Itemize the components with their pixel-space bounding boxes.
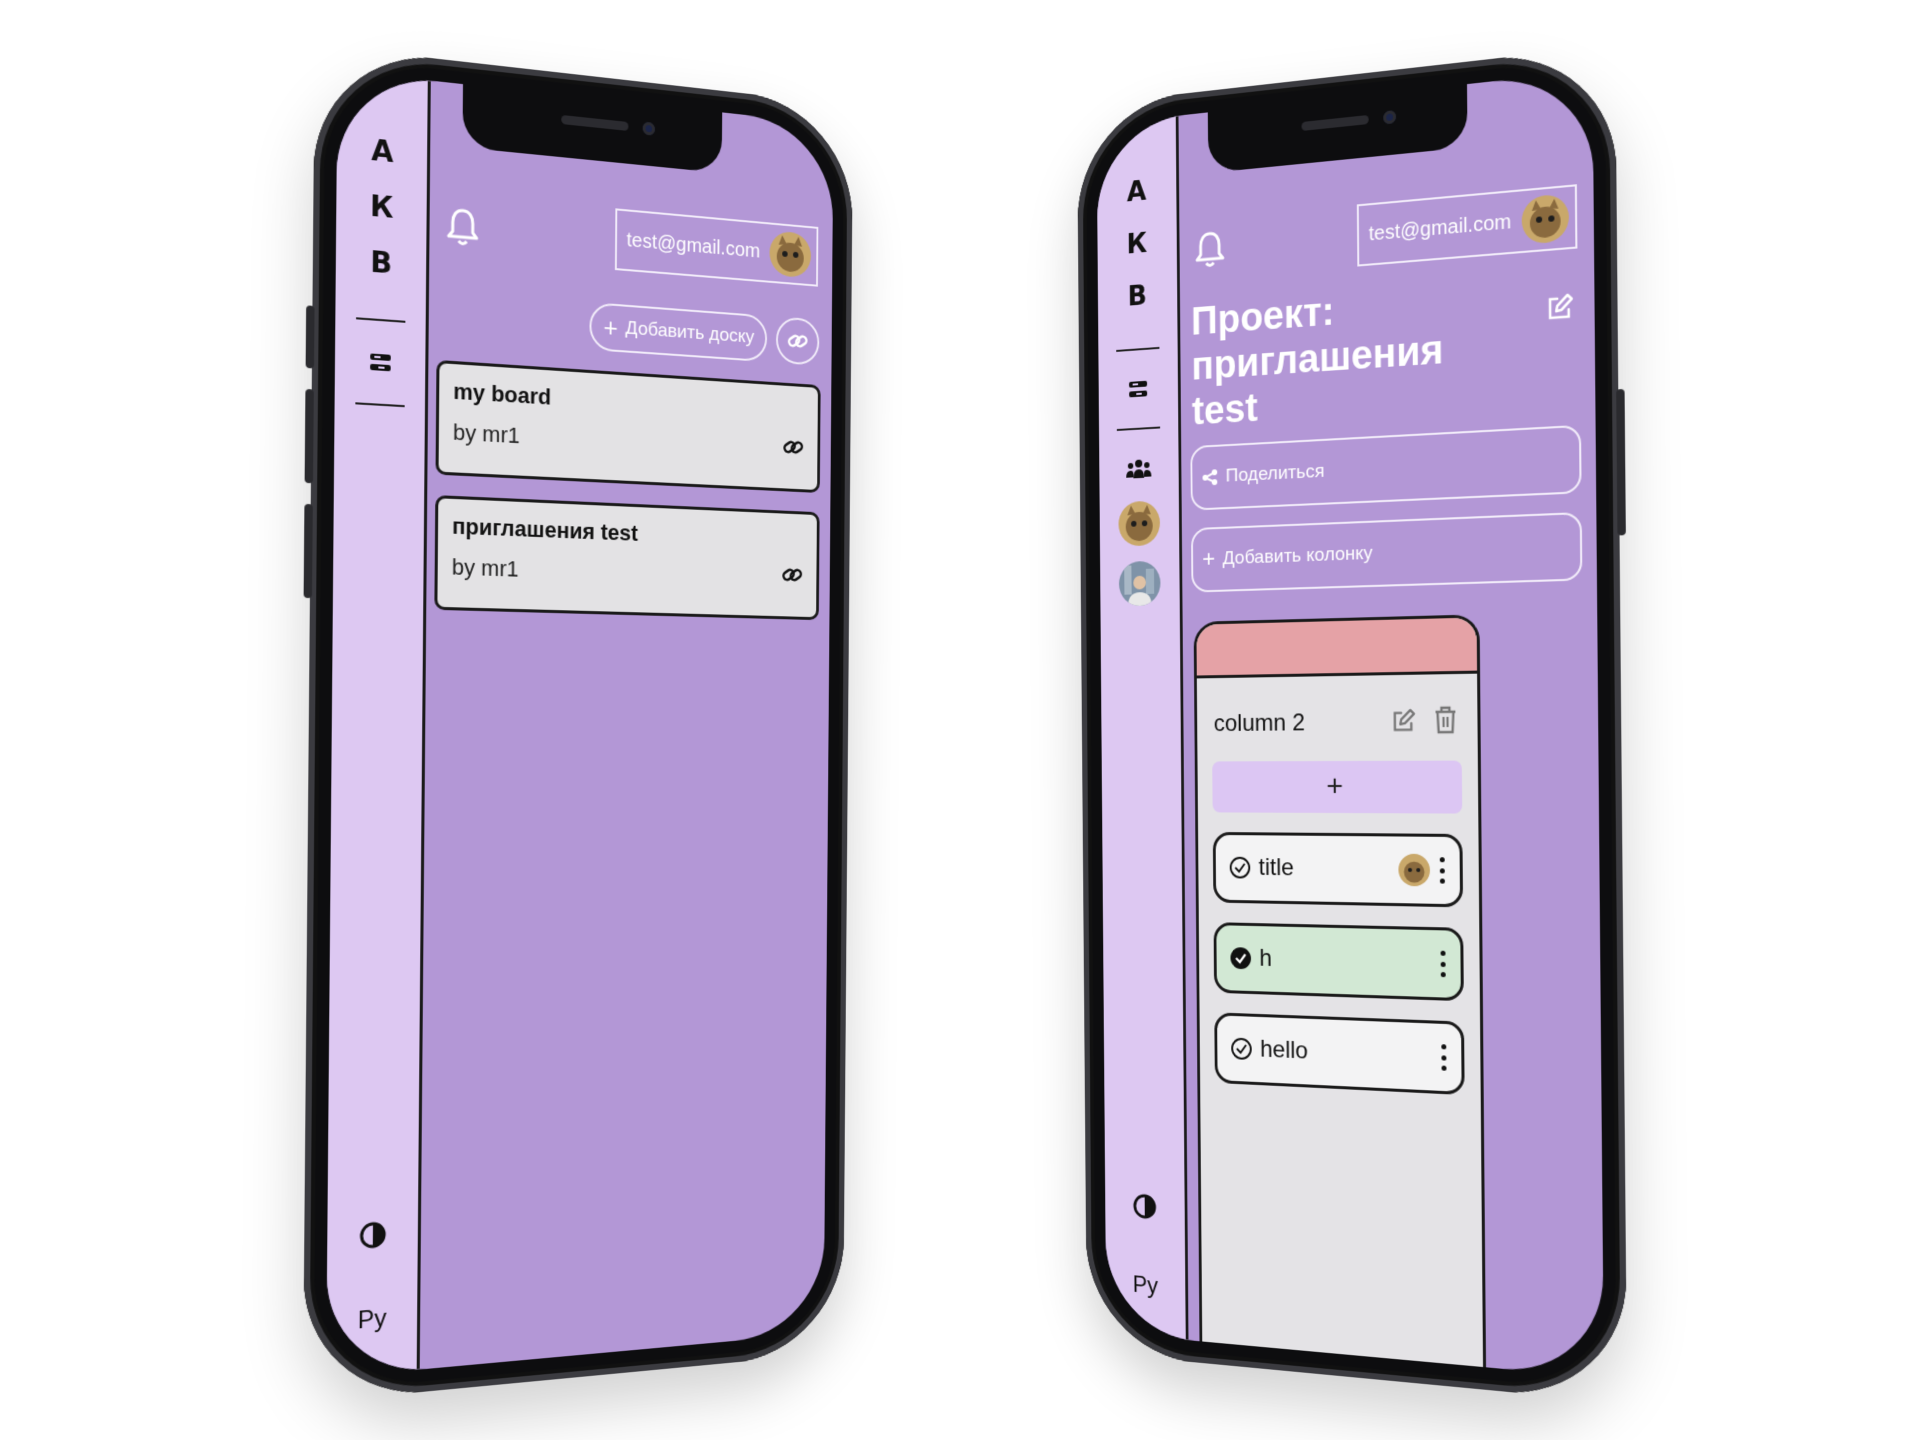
phone-right: А К В Ру test@gmail.com Проект: приглаше… [1077,45,1627,1403]
task-title: h [1259,945,1431,978]
kanban-column: column 2 + title h hello [1194,614,1487,1377]
board-title: my board [453,378,805,425]
logo-letter: А [1127,177,1147,206]
theme-toggle-icon[interactable] [1132,1192,1157,1221]
link-icon[interactable] [780,562,804,588]
team-icon[interactable] [1126,454,1151,482]
side-button [306,305,315,368]
column-color-bar [1196,617,1477,678]
link-icon[interactable] [781,434,805,460]
edit-icon[interactable] [1545,292,1574,323]
member-avatar[interactable] [1118,500,1160,546]
language-switch[interactable]: Ру [358,1304,387,1335]
board-title: приглашения test [452,513,804,553]
edit-icon[interactable] [1390,708,1416,735]
task-card[interactable]: hello [1214,1012,1464,1095]
add-board-button[interactable]: + Добавить доску [590,302,768,362]
member-avatar[interactable] [1119,561,1161,607]
logo-letter: А [371,136,393,167]
trash-icon[interactable] [1433,706,1457,735]
more-vertical-icon[interactable] [1439,951,1447,978]
side-button [304,504,313,598]
side-button [1616,389,1626,536]
screen-boards: А К В Ру test@gmail.com + Добавить доску… [326,70,833,1378]
board-card[interactable]: приглашения test by mr1 [434,495,819,620]
add-column-label: Добавить колонку [1222,543,1372,570]
add-task-button[interactable]: + [1212,761,1462,814]
task-card[interactable]: h [1214,922,1464,1001]
task-title: title [1259,854,1391,884]
main-content: test@gmail.com Проект: приглашения test … [1178,70,1603,1378]
sidebar: А К В Ру [1097,116,1189,1341]
join-by-link-button[interactable] [776,316,820,366]
task-card[interactable]: title [1213,832,1463,907]
avatar [769,230,811,278]
plus-icon: + [603,314,618,341]
plus-icon: + [1202,546,1215,574]
sidebar-divider [1117,427,1160,431]
column-title: column 2 [1214,709,1305,738]
check-circle-icon[interactable] [1229,946,1252,970]
board-author: by mr1 [452,554,804,592]
share-label: Поделиться [1226,461,1325,488]
more-vertical-icon[interactable] [1438,857,1446,884]
bell-icon[interactable] [1194,228,1226,270]
sidebar-divider [356,317,405,323]
theme-toggle-icon[interactable] [358,1220,387,1251]
check-circle-icon[interactable] [1229,856,1252,880]
more-vertical-icon[interactable] [1439,1044,1447,1071]
page-title: Проект: приглашения test [1191,275,1500,434]
avatar [1522,193,1570,245]
screen-project: А К В Ру test@gmail.com Проект: приглаше… [1097,70,1604,1378]
sidebar-divider [1116,347,1159,352]
side-button [305,389,314,483]
check-circle-icon[interactable] [1230,1036,1253,1061]
share-button[interactable]: Поделиться [1190,425,1581,511]
link-icon [786,328,810,355]
sidebar-divider [355,402,404,407]
logo-letter: В [370,248,392,279]
sidebar: А К В Ру [326,70,431,1378]
language-switch[interactable]: Ру [1133,1271,1159,1300]
logo-letter: В [1128,282,1147,311]
boards-icon[interactable] [1125,375,1150,404]
logo-letter: К [1126,230,1147,259]
phone-left: А К В Ру test@gmail.com + Добавить доску… [303,45,853,1403]
board-author: by mr1 [453,419,805,464]
boards-icon[interactable] [366,347,395,378]
user-email: test@gmail.com [1369,210,1512,246]
add-column-button[interactable]: + Добавить колонку [1191,512,1582,593]
bell-icon[interactable] [446,205,480,249]
logo-letter: К [370,192,394,223]
user-email: test@gmail.com [626,229,760,263]
share-icon [1202,468,1219,486]
task-title: hello [1260,1036,1432,1071]
board-card[interactable]: my board by mr1 [436,360,821,493]
user-menu[interactable]: test@gmail.com [1357,184,1578,266]
assignee-avatar [1398,854,1430,887]
main-content: test@gmail.com + Добавить доску my board… [420,81,834,1370]
add-board-label: Добавить доску [625,318,754,349]
user-menu[interactable]: test@gmail.com [615,208,818,286]
